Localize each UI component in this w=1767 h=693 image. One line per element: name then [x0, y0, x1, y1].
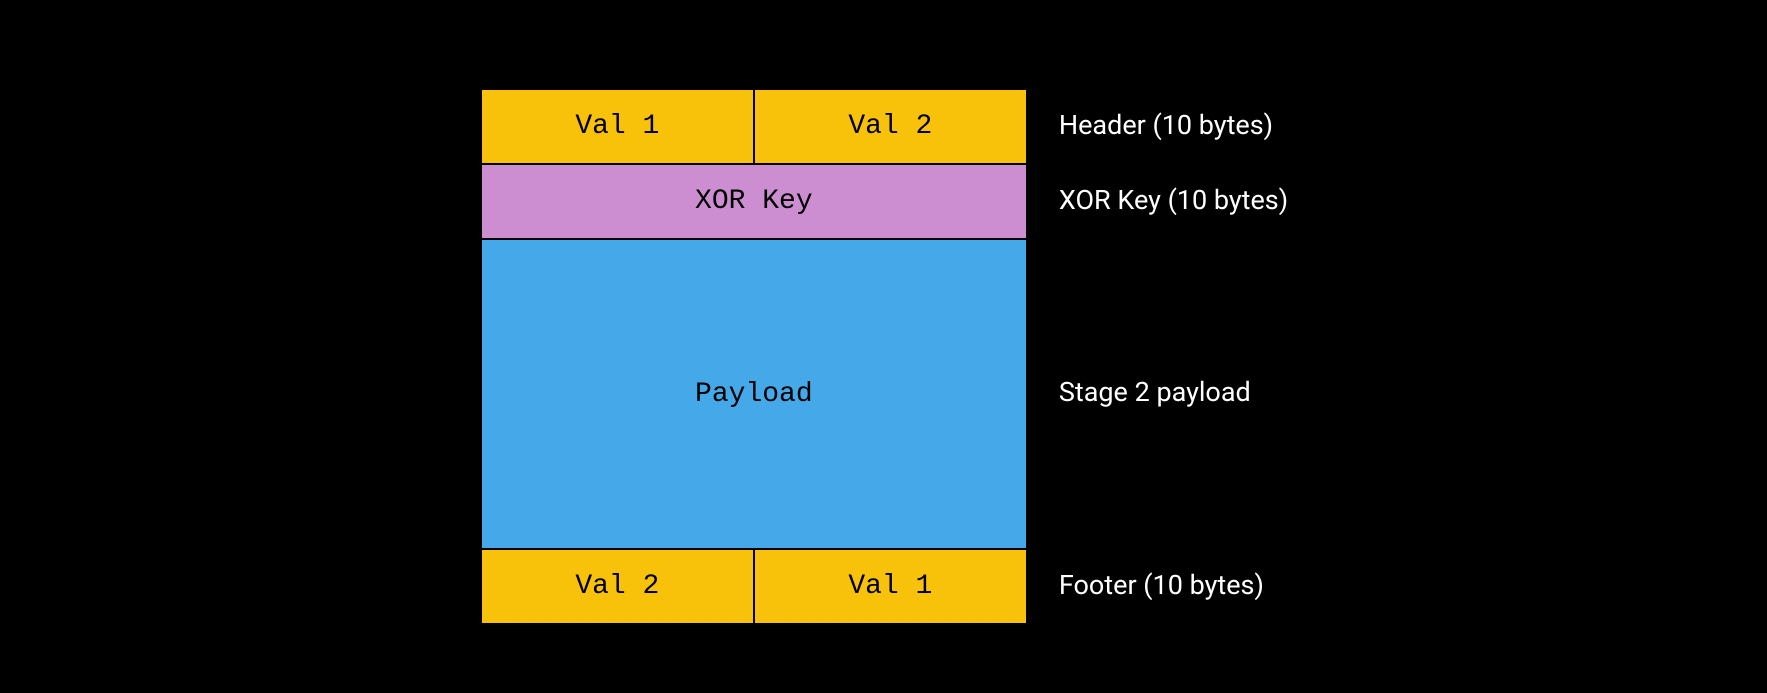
footer-row: Val 2 Val 1 — [481, 549, 1027, 624]
packet-structure-diagram: Val 1 Val 2 XOR Key Payload Val 2 Val 1 — [479, 87, 1029, 626]
footer-label: Footer (10 bytes) — [1059, 547, 1288, 622]
header-label: Header (10 bytes) — [1059, 87, 1288, 162]
xor-label: XOR Key (10 bytes) — [1059, 162, 1288, 237]
header-row: Val 1 Val 2 — [481, 89, 1027, 164]
footer-val1-cell: Val 1 — [754, 549, 1027, 624]
xor-key-cell: XOR Key — [481, 164, 1027, 239]
labels-column: Header (10 bytes) XOR Key (10 bytes) Sta… — [1059, 87, 1288, 622]
payload-row: Payload — [481, 239, 1027, 549]
header-val1-cell: Val 1 — [481, 89, 754, 164]
footer-val2-cell: Val 2 — [481, 549, 754, 624]
header-val2-cell: Val 2 — [754, 89, 1027, 164]
xor-key-row: XOR Key — [481, 164, 1027, 239]
payload-label: Stage 2 payload — [1059, 237, 1288, 547]
payload-cell: Payload — [481, 239, 1027, 549]
diagram-container: Val 1 Val 2 XOR Key Payload Val 2 Val 1 … — [479, 67, 1288, 626]
